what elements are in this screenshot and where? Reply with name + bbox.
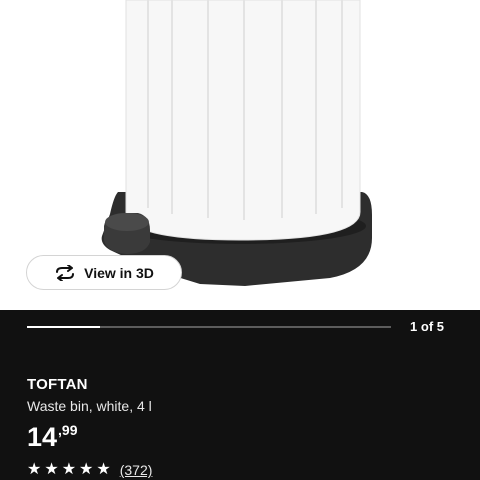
- rotate-arrows-icon: [54, 264, 76, 281]
- image-progress-track[interactable]: [27, 326, 391, 328]
- image-page-indicator: 1 of 5: [410, 319, 444, 334]
- price-integer: 14: [27, 422, 58, 452]
- product-info-panel: 1 of 5 TOFTAN Waste bin, white, 4 l 14 ,…: [0, 310, 480, 480]
- review-count-link[interactable]: (372): [120, 462, 153, 478]
- star-icon: ★: [27, 461, 42, 478]
- product-image-area[interactable]: View in 3D: [0, 0, 480, 310]
- star-icon: ★: [44, 461, 59, 478]
- price-decimal: ,99: [58, 422, 78, 438]
- view-in-3d-label: View in 3D: [84, 264, 154, 281]
- view-in-3d-button[interactable]: View in 3D: [26, 255, 182, 290]
- product-rating[interactable]: ★ ★ ★ ★ ★ (372): [27, 461, 153, 479]
- star-icon: ★: [61, 461, 77, 478]
- image-progress-fill: [27, 326, 100, 328]
- star-icon: ★: [96, 461, 111, 478]
- product-price: 14 ,99: [27, 421, 78, 453]
- product-name: TOFTAN: [27, 376, 88, 393]
- product-description: Waste bin, white, 4 l: [27, 398, 152, 414]
- star-icon: ★: [79, 461, 94, 478]
